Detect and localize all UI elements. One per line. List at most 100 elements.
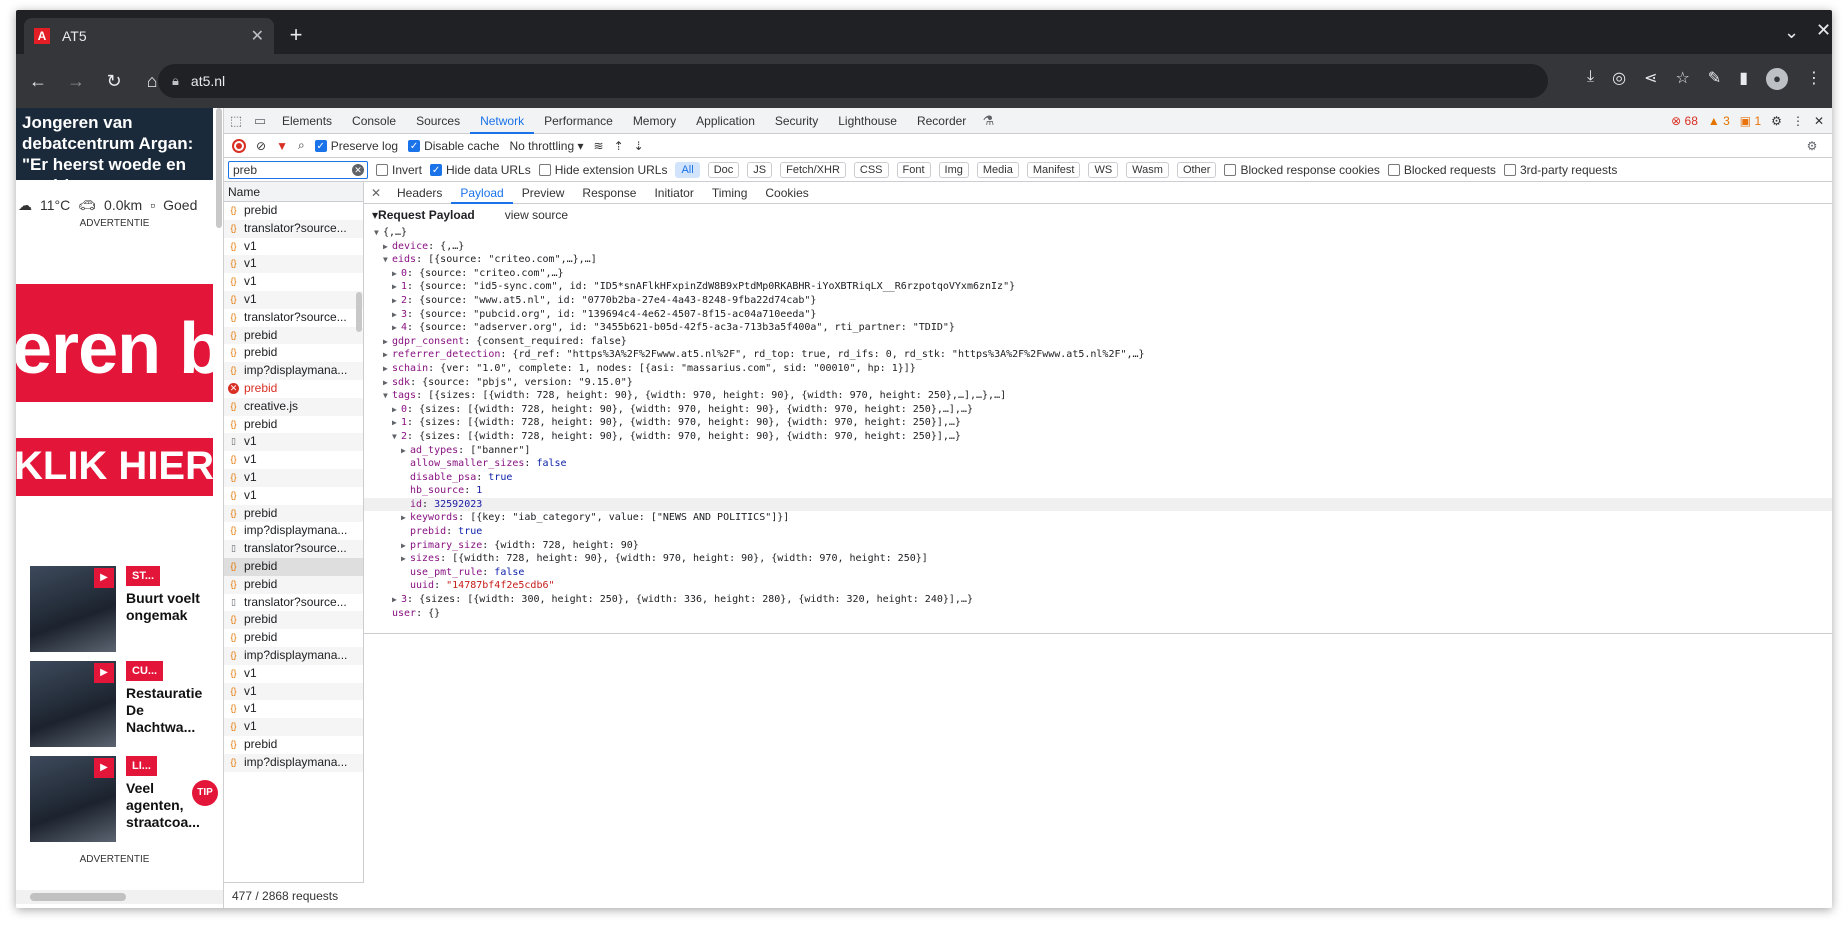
news-item[interactable]: ▶ ST... Buurt voelt ongemak: [30, 566, 210, 652]
news-item[interactable]: ▶ CU... Restauratie De Nachtwa...: [30, 661, 210, 747]
checkbox-box[interactable]: [376, 163, 388, 176]
request-row[interactable]: ▯ v1: [224, 433, 363, 452]
request-row[interactable]: {} translator?source...: [224, 219, 363, 238]
payload-tree-node[interactable]: ▶ 3: {source: "pubcid.org", id: "139694c4…: [364, 308, 1832, 322]
checkbox-box[interactable]: ✓: [430, 163, 443, 176]
checkbox-box[interactable]: ✓: [408, 139, 421, 152]
payload-tree-node[interactable]: ▶ sizes: [{width: 728, height: 90}, {widt…: [364, 552, 1832, 566]
triangle-right-icon[interactable]: ▶: [401, 511, 410, 525]
share-icon[interactable]: ⋖: [1644, 68, 1657, 90]
triangle-down-icon[interactable]: ▼: [374, 226, 383, 240]
window-close-icon[interactable]: ✕: [1816, 20, 1831, 41]
request-row[interactable]: {} v1: [224, 451, 363, 469]
request-row[interactable]: {} prebid: [224, 736, 363, 754]
request-row[interactable]: {} prebid: [224, 344, 363, 362]
request-row[interactable]: {} v1: [224, 238, 363, 256]
tab-cookies[interactable]: Cookies: [756, 182, 817, 203]
request-row[interactable]: {} imp?displaymana...: [224, 362, 363, 380]
page-scrollbar[interactable]: [216, 108, 222, 228]
devtools-menu-icon[interactable]: ⋮: [1792, 114, 1804, 128]
blocked-response-cookies-checkbox[interactable]: Blocked response cookies: [1224, 163, 1380, 177]
tab-recorder[interactable]: Recorder: [907, 108, 976, 133]
payload-tree-node[interactable]: ▶ sdk: {source: "pbjs", version: "9.15.0"…: [364, 376, 1832, 390]
triangle-down-icon[interactable]: ▼: [383, 253, 392, 267]
name-column-header[interactable]: Name: [224, 182, 363, 202]
tab-application[interactable]: Application: [686, 108, 765, 133]
request-row[interactable]: {} v1: [224, 700, 363, 718]
request-row[interactable]: {} prebid: [224, 326, 363, 345]
scrollbar-thumb[interactable]: [30, 893, 126, 901]
triangle-right-icon[interactable]: ▶: [383, 240, 392, 254]
request-row[interactable]: {} prebid: [224, 611, 363, 630]
third-party-requests-checkbox[interactable]: 3rd-party requests: [1503, 163, 1617, 177]
type-filter-doc[interactable]: Doc: [707, 161, 740, 178]
error-count[interactable]: ⊗ 68: [1671, 114, 1698, 128]
triangle-right-icon[interactable]: ▶: [392, 321, 401, 335]
tab-elements[interactable]: Elements: [272, 108, 342, 133]
tab-headers[interactable]: Headers: [388, 182, 451, 203]
tab-performance[interactable]: Performance: [534, 108, 623, 133]
tab-network[interactable]: Network: [470, 108, 535, 134]
import-har-icon[interactable]: ⇡: [614, 139, 624, 153]
type-filter-media[interactable]: Media: [976, 161, 1019, 178]
request-row[interactable]: {} v1: [224, 665, 363, 683]
triangle-right-icon[interactable]: ▶: [392, 593, 401, 607]
tab-response[interactable]: Response: [573, 182, 645, 203]
triangle-right-icon[interactable]: ▶: [392, 267, 401, 281]
type-filter-wasm[interactable]: Wasm: [1126, 161, 1169, 178]
tab-payload[interactable]: Payload: [451, 182, 514, 204]
payload-tree-node[interactable]: ▶ 0: {source: "criteo.com",…}: [364, 267, 1832, 281]
type-filter-all[interactable]: All: [675, 161, 700, 178]
payload-tree-node[interactable]: ▶ keywords: [{key: "iab_category", value:…: [364, 511, 1832, 525]
forward-arrow-icon[interactable]: →: [60, 65, 92, 97]
request-row[interactable]: {} creative.js: [224, 397, 363, 416]
tab-memory[interactable]: Memory: [623, 108, 686, 133]
payload-tree-node[interactable]: ▶ referrer_detection: {rd_ref: "https%3A%…: [364, 348, 1832, 362]
back-arrow-icon[interactable]: ←: [22, 65, 54, 97]
headline-card[interactable]: Jongeren van debatcentrum Argan: "Er hee…: [16, 108, 213, 195]
lock-icon[interactable]: 🔒︎: [172, 73, 179, 89]
type-filter-img[interactable]: Img: [938, 161, 969, 178]
request-row[interactable]: {} v1: [224, 273, 363, 291]
type-filter-other[interactable]: Other: [1176, 161, 1217, 178]
payload-tree-node[interactable]: ▶ 3: {sizes: [{width: 300, height: 250}, …: [364, 593, 1832, 607]
payload-tree-node[interactable]: ▶ schain: {ver: "1.0", complete: 1, nodes…: [364, 362, 1832, 376]
record-icon[interactable]: [232, 138, 246, 153]
type-filter-css[interactable]: CSS: [853, 161, 889, 178]
request-row[interactable]: {} v1: [224, 468, 363, 487]
triangle-right-icon[interactable]: ▶: [392, 280, 401, 294]
triangle-right-icon[interactable]: ▶: [401, 539, 410, 553]
triangle-right-icon[interactable]: ▶: [392, 308, 401, 322]
page-horizontal-scrollbar[interactable]: [16, 890, 223, 904]
payload-tree-node[interactable]: ▶ primary_size: {width: 728, height: 90}: [364, 539, 1832, 553]
disable-cache-checkbox[interactable]: ✓ Disable cache: [408, 139, 499, 153]
view-source-link[interactable]: view source: [505, 204, 568, 226]
request-row[interactable]: {} prebid: [224, 557, 363, 576]
triangle-right-icon[interactable]: ▶: [383, 348, 392, 362]
payload-tree-node[interactable]: ▼ eids: [{source: "criteo.com",…},…]: [364, 253, 1832, 267]
payload-tree-node[interactable]: ▶ device: {,…}: [364, 240, 1832, 254]
request-row[interactable]: {} imp?displaymana...: [224, 753, 363, 772]
tab-timing[interactable]: Timing: [703, 182, 757, 203]
type-filter-font[interactable]: Font: [896, 161, 931, 178]
triangle-right-icon[interactable]: ▶: [383, 376, 392, 390]
clear-filter-icon[interactable]: ✕: [352, 163, 364, 176]
type-filter-fetch-xhr[interactable]: Fetch/XHR: [780, 161, 846, 178]
request-row[interactable]: ▯ translator?source...: [224, 540, 363, 558]
device-toolbar-icon[interactable]: ▭: [248, 108, 272, 133]
ad-banner[interactable]: eren b KLIK HIER: [16, 284, 213, 496]
filter-input[interactable]: preb ✕: [228, 160, 368, 179]
payload-tree-node[interactable]: ▶ 2: {source: "www.at5.nl", id: "0770b2ba…: [364, 294, 1832, 308]
browser-menu-icon[interactable]: ⋮: [1806, 68, 1822, 90]
request-row[interactable]: {} v1: [224, 255, 363, 274]
tab-security[interactable]: Security: [765, 108, 828, 133]
settings-gear-icon[interactable]: ⚙: [1771, 114, 1782, 128]
close-detail-icon[interactable]: ✕: [364, 182, 388, 203]
request-row[interactable]: ▯ translator?source...: [224, 594, 363, 612]
browser-tab[interactable]: A AT5 ✕: [24, 18, 274, 54]
checkbox-box[interactable]: ✓: [314, 139, 327, 152]
triangle-right-icon[interactable]: ▶: [392, 294, 401, 308]
tab-preview[interactable]: Preview: [513, 182, 574, 203]
checkbox-box[interactable]: [1224, 163, 1237, 176]
triangle-down-icon[interactable]: ▼: [392, 430, 401, 444]
